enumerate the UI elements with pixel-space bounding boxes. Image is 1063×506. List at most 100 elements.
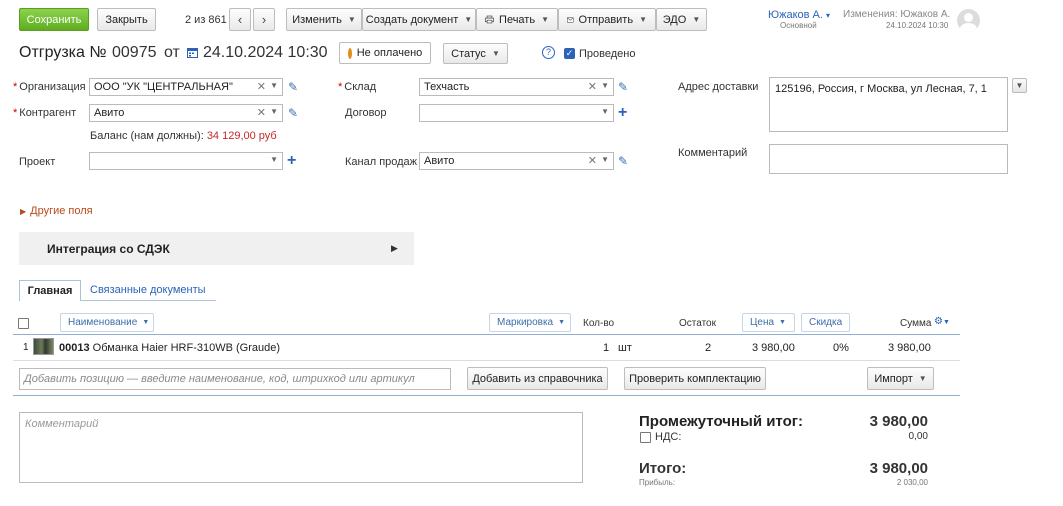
add-contract-icon[interactable]: + (618, 105, 627, 121)
pager-counter: 2 из 861 (185, 14, 227, 26)
edit-pencil-icon[interactable]: ✎ (618, 154, 628, 168)
contract-field[interactable]: ▼ (419, 104, 614, 122)
organization-value: ООО "УК "ЦЕНТРАЛЬНАЯ" (94, 81, 233, 93)
print-button[interactable]: Печать ▼ (476, 8, 558, 31)
subtotal-value: 3 980,00 (869, 413, 928, 430)
clear-icon[interactable]: ✕ (257, 106, 266, 119)
help-icon[interactable]: ? (542, 46, 555, 59)
status-label: Статус (451, 47, 486, 60)
send-label: Отправить (578, 13, 634, 26)
column-qty-header: Кол-во (583, 318, 615, 329)
add-from-catalog-button[interactable]: Добавить из справочника (467, 367, 608, 390)
save-button[interactable]: Сохранить (19, 8, 89, 31)
subtotal-label: Промежуточный итог: (639, 413, 803, 430)
dropdown-icon[interactable]: ▼ (270, 155, 278, 164)
dropdown-icon[interactable]: ▼ (270, 81, 278, 90)
clear-icon[interactable]: ✕ (257, 80, 266, 93)
avatar-head (964, 13, 973, 22)
dropdown-icon[interactable]: ▼ (601, 107, 609, 116)
sales-channel-value: Авито (424, 155, 455, 167)
edit-pencil-icon[interactable]: ✎ (288, 80, 298, 94)
user-menu[interactable]: Южаков А. ▾ (768, 9, 830, 21)
payment-status-label: Не оплачено (356, 47, 423, 59)
document-number[interactable]: 00975 (112, 44, 157, 62)
column-name-header[interactable]: Наименование ▼ (60, 313, 154, 332)
cdek-integration-panel[interactable]: Интеграция со СДЭК ▶ (19, 232, 414, 265)
column-stock-header: Остаток (679, 318, 716, 329)
clear-icon[interactable]: ✕ (588, 80, 597, 93)
unpaid-circle-icon (347, 47, 352, 59)
column-settings-gear-icon[interactable]: ⚙▼ (934, 316, 950, 327)
dropdown-icon[interactable]: ▼ (601, 81, 609, 90)
edit-pencil-icon[interactable]: ✎ (618, 80, 628, 94)
changes-label: Изменения: Южаков А. (843, 9, 951, 20)
table-row[interactable]: 1 00013 Обманка Haier HRF-310WB (Graude)… (13, 337, 960, 359)
column-marking-header[interactable]: Маркировка ▼ (489, 313, 571, 332)
envelope-icon (567, 16, 574, 23)
product-thumbnail[interactable] (33, 338, 54, 355)
profit-label: Прибыль: (639, 478, 676, 487)
sales-channel-field[interactable]: Авито ✕ ▼ (419, 152, 614, 170)
caret-down-icon: ▼ (639, 15, 647, 24)
edo-button[interactable]: ЭДО ▼ (656, 8, 707, 31)
tab-related-documents[interactable]: Связанные документы (90, 284, 206, 296)
column-price-header[interactable]: Цена ▼ (742, 313, 795, 332)
caret-down-icon: ▼ (541, 15, 549, 24)
footer-comment-field[interactable]: Комментарий (19, 412, 583, 483)
other-fields-toggle[interactable]: ▶ Другие поля (20, 205, 93, 217)
row-qty[interactable]: 1 (603, 342, 609, 354)
posted-checkbox[interactable]: ✓ (564, 48, 575, 59)
user-role: Основной (780, 21, 817, 30)
dropdown-icon[interactable]: ▼ (270, 107, 278, 116)
delivery-address-label: Адрес доставки (678, 81, 759, 93)
warehouse-label: * Склад (338, 81, 377, 93)
product-name[interactable]: 00013 Обманка Haier HRF-310WB (Graude) (59, 342, 280, 354)
send-button[interactable]: Отправить ▼ (558, 8, 656, 31)
payment-status-button[interactable]: Не оплачено (339, 42, 431, 64)
row-price[interactable]: 3 980,00 (752, 342, 795, 354)
caret-down-icon: ▼ (464, 15, 473, 24)
profit-value: 2 030,00 (896, 478, 928, 487)
dropdown-icon[interactable]: ▼ (601, 155, 609, 164)
total-label: Итого: (639, 460, 687, 477)
change-label: Изменить (292, 13, 342, 26)
cdek-integration-title: Интеграция со СДЭК (47, 242, 170, 256)
avatar-body (960, 23, 977, 32)
avatar[interactable] (957, 9, 980, 32)
address-expand-button[interactable]: ▼ (1012, 78, 1027, 93)
tab-main[interactable]: Главная (19, 280, 81, 301)
change-menu-button[interactable]: Изменить ▼ (286, 8, 362, 31)
select-all-checkbox[interactable] (18, 318, 29, 329)
print-label: Печать (499, 13, 536, 26)
add-project-icon[interactable]: + (287, 153, 296, 169)
organization-field[interactable]: ООО "УК "ЦЕНТРАЛЬНАЯ" ✕ ▼ (89, 78, 283, 96)
column-discount-header[interactable]: Скидка (801, 313, 850, 332)
balance-row: Баланс (нам должны): 34 129,00 руб (90, 130, 277, 142)
add-position-input[interactable]: Добавить позицию — введите наименование,… (19, 368, 451, 390)
project-field[interactable]: ▼ (89, 152, 283, 170)
printer-icon (485, 15, 495, 24)
vat-checkbox[interactable] (640, 432, 651, 443)
close-button[interactable]: Закрыть (97, 8, 156, 31)
warehouse-field[interactable]: Техчасть ✕ ▼ (419, 78, 614, 96)
create-document-button[interactable]: Создать документ ▼ (362, 8, 476, 31)
changes-date: 24.10.2024 10:30 (886, 21, 949, 30)
document-date[interactable]: 24.10.2024 10:30 (203, 44, 328, 62)
comment-field[interactable] (769, 144, 1008, 174)
delivery-address-field[interactable]: 125196, Россия, г Москва, ул Лесная, 7, … (769, 77, 1008, 132)
triangle-right-icon: ▶ (20, 207, 27, 216)
row-discount[interactable]: 0% (833, 342, 849, 354)
check-kit-button[interactable]: Проверить комплектацию (624, 367, 766, 390)
calendar-icon[interactable] (187, 47, 198, 61)
import-button[interactable]: Импорт ▼ (867, 367, 934, 390)
edit-pencil-icon[interactable]: ✎ (288, 106, 298, 120)
clear-icon[interactable]: ✕ (588, 154, 597, 167)
tab-underline (81, 300, 216, 301)
status-button[interactable]: Статус ▼ (443, 43, 508, 64)
create-document-label: Создать документ (365, 13, 459, 26)
organization-label: * Организация (13, 81, 86, 93)
prev-button[interactable]: ‹ (229, 8, 251, 31)
contractor-field[interactable]: Авито ✕ ▼ (89, 104, 283, 122)
next-button[interactable]: › (253, 8, 275, 31)
row-unit: шт (618, 342, 632, 354)
